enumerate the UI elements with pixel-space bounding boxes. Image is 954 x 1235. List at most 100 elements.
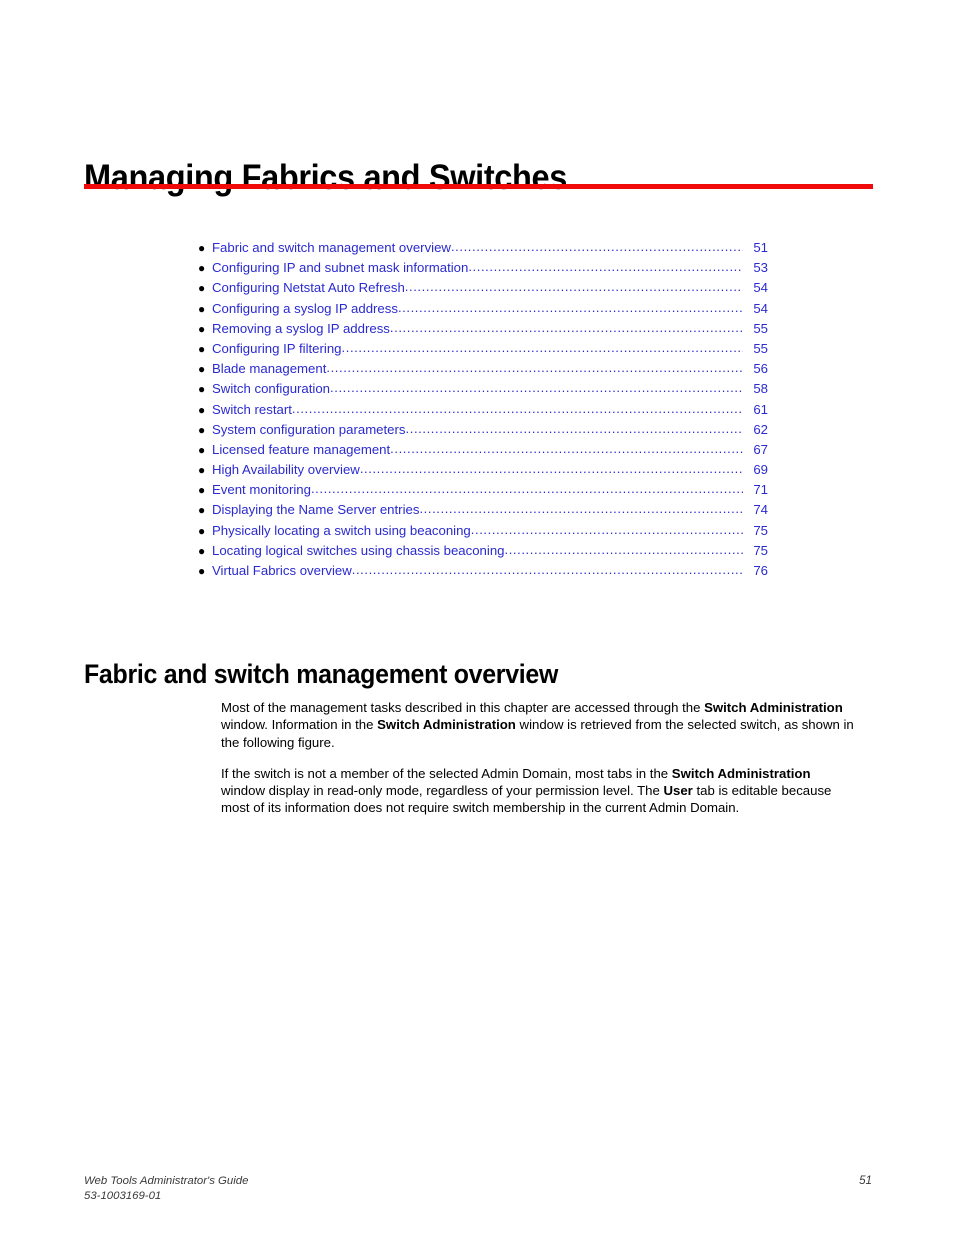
bullet-icon: ● [198,402,206,417]
toc-entry-page-number[interactable]: 58 [744,381,768,396]
toc-entry-label[interactable]: Blade management [212,361,326,376]
footer-document-info: Web Tools Administrator's Guide 53-10031… [84,1174,248,1203]
toc-entry[interactable]: ● Displaying the Name Server entries 74 [198,502,768,522]
toc-entry-page-number[interactable]: 76 [744,563,768,578]
toc-entry[interactable]: ● Removing a syslog IP address 55 [198,321,768,341]
toc-leader-dots [342,340,743,355]
toc-entry-page-number[interactable]: 54 [744,301,768,316]
toc-entry-page-number[interactable]: 67 [744,442,768,457]
toc-entry-label[interactable]: Removing a syslog IP address [212,321,390,336]
toc-entry-label[interactable]: Configuring a syslog IP address [212,301,398,316]
footer-document-number: 53-1003169-01 [84,1189,162,1202]
title-underline-rule [84,184,873,189]
toc-entry-page-number[interactable]: 55 [744,341,768,356]
bullet-icon: ● [198,442,206,457]
bullet-icon: ● [198,523,206,538]
toc-entry-label[interactable]: Virtual Fabrics overview [212,563,352,578]
paragraph-intro-text-2: window. Information in the [221,717,378,733]
bullet-icon: ● [198,241,206,255]
toc-entry[interactable]: ● Configuring Netstat Auto Refresh 54 [198,280,768,300]
toc-entry-label[interactable]: Fabric and switch management overview [212,240,451,255]
toc-entry[interactable]: ● Configuring IP filtering 55 [198,341,768,361]
toc-entry-page-number[interactable]: 75 [744,523,768,538]
toc-entry-label[interactable]: Physically locating a switch using beaco… [212,523,471,538]
toc-leader-dots [311,481,743,496]
toc-entry-page-number[interactable]: 69 [744,462,768,477]
toc-entry-page-number[interactable]: 55 [744,321,768,336]
toc-entry-label[interactable]: System configuration parameters [212,422,406,437]
bullet-icon: ● [198,503,206,518]
bullet-icon: ● [198,382,206,397]
section-heading: Fabric and switch management overview [84,658,559,689]
bullet-icon: ● [198,543,206,558]
footer-page-number: 51 [859,1174,872,1187]
toc-leader-dots [451,239,743,254]
toc-entry-label[interactable]: High Availability overview [212,462,360,477]
toc-entry-page-number[interactable]: 62 [744,422,768,437]
toc-entry-page-number[interactable]: 71 [744,482,768,497]
toc-entry-page-number[interactable]: 56 [744,361,768,376]
toc-entry-label[interactable]: Event monitoring [212,482,311,497]
toc-entry[interactable]: ● Virtual Fabrics overview 76 [198,563,768,583]
table-of-contents: ● Fabric and switch management overview 51… [198,240,768,583]
toc-entry[interactable]: ● Configuring IP and subnet mask informat… [198,260,768,280]
paragraph-intro-bold-1: Switch Administration [704,700,843,715]
toc-leader-dots [330,380,743,395]
toc-entry[interactable]: ● Switch restart 61 [198,402,768,422]
toc-entry[interactable]: ● Blade management 56 [198,361,768,381]
bullet-icon: ● [198,422,206,437]
toc-entry-label[interactable]: Licensed feature management [212,442,390,457]
toc-leader-dots [505,542,744,557]
toc-leader-dots [326,360,743,375]
toc-leader-dots [292,401,743,416]
toc-leader-dots [468,259,743,274]
paragraph-intro-text-1: Most of the management tasks described i… [221,700,705,715]
section-body: Most of the management tasks described i… [221,699,855,817]
toc-leader-dots [406,421,743,436]
toc-leader-dots [390,320,743,335]
paragraph-intro: Most of the management tasks described i… [221,699,855,751]
toc-entry-page-number[interactable]: 75 [744,543,768,558]
toc-leader-dots [405,279,743,294]
bullet-icon: ● [198,463,206,478]
paragraph-admin-domain-text-2: window display in read-only mode, regard… [221,783,664,799]
toc-entry-label[interactable]: Displaying the Name Server entries [212,502,419,517]
footer-guide-title: Web Tools Administrator's Guide [84,1175,249,1187]
bullet-icon: ● [198,261,206,276]
toc-entry[interactable]: ● Configuring a syslog IP address 54 [198,301,768,321]
bullet-icon: ● [198,321,206,336]
toc-leader-dots [471,522,743,537]
toc-entry-page-number[interactable]: 74 [744,502,768,517]
toc-entry[interactable]: ● Switch configuration 58 [198,381,768,401]
bullet-icon: ● [198,281,206,296]
toc-entry[interactable]: ● Physically locating a switch using beac… [198,523,768,543]
bullet-icon: ● [198,483,206,498]
toc-entry-page-number[interactable]: 53 [744,260,768,275]
paragraph-admin-domain-text-1: If the switch is not a member of the sel… [221,765,672,781]
document-page: Managing Fabrics and Switches ● Fabric an… [0,0,954,1235]
toc-entry-label[interactable]: Switch restart [212,402,292,417]
toc-entry-label[interactable]: Switch configuration [212,381,330,396]
bullet-icon: ● [198,564,206,578]
toc-entry[interactable]: ● Fabric and switch management overview 51 [198,240,768,260]
toc-entry[interactable]: ● Event monitoring 71 [198,482,768,502]
toc-leader-dots [352,562,743,577]
toc-entry[interactable]: ● System configuration parameters 62 [198,422,768,442]
toc-entry-label[interactable]: Configuring IP filtering [212,341,342,356]
toc-entry[interactable]: ● High Availability overview 69 [198,462,768,482]
toc-leader-dots [419,501,743,516]
toc-entry-label[interactable]: Configuring IP and subnet mask informati… [212,260,468,275]
toc-leader-dots [398,300,743,315]
toc-entry-label[interactable]: Configuring Netstat Auto Refresh [212,280,405,295]
bullet-icon: ● [198,341,206,356]
paragraph-intro-bold-2: Switch Administration [377,717,516,733]
bullet-icon: ● [198,362,206,377]
paragraph-admin-domain-bold-1: Switch Administration [671,765,811,781]
toc-entry-page-number[interactable]: 61 [744,402,768,417]
toc-entry-page-number[interactable]: 51 [744,240,768,255]
toc-entry[interactable]: ● Locating logical switches using chassis… [198,543,768,563]
paragraph-admin-domain: If the switch is not a member of the sel… [221,765,855,817]
toc-entry-page-number[interactable]: 54 [744,280,768,295]
toc-entry[interactable]: ● Licensed feature management 67 [198,442,768,462]
toc-entry-label[interactable]: Locating logical switches using chassis … [212,543,505,558]
